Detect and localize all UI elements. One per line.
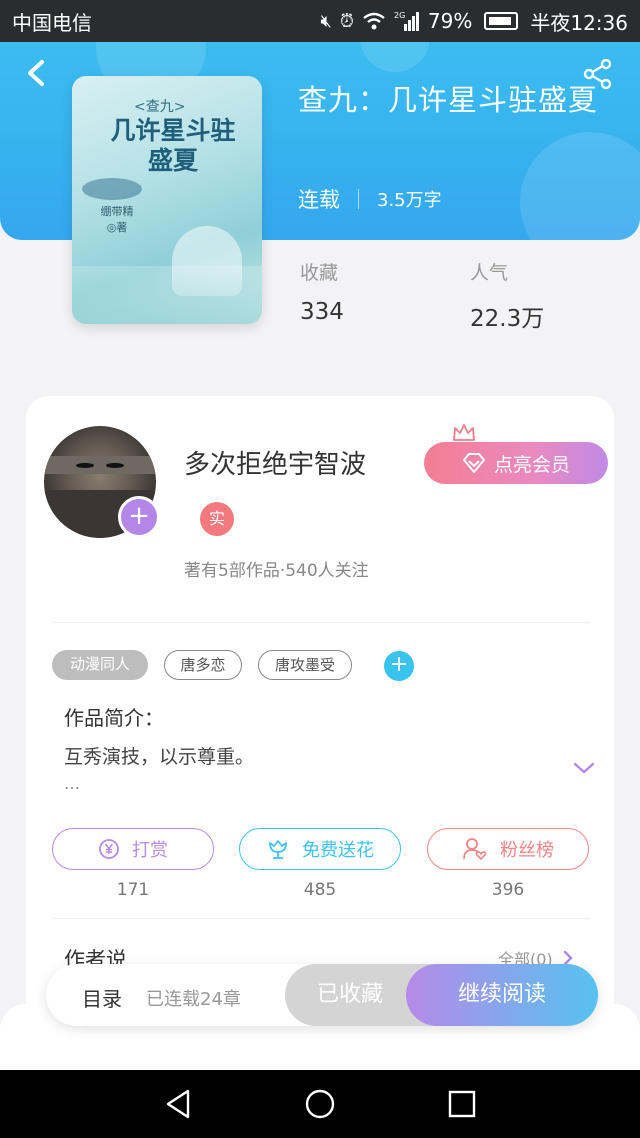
word-count: 3.5万字	[377, 190, 442, 211]
battery-icon	[484, 12, 519, 30]
flower-count: 485	[303, 880, 337, 900]
author-stats: 著有5部作品·540人关注	[184, 561, 369, 581]
vip-button[interactable]: 点亮会员	[424, 442, 608, 484]
chevron-down-icon[interactable]	[572, 758, 596, 778]
alarm-icon: ⏰︎	[339, 10, 354, 32]
clock: 半夜12:36	[530, 10, 628, 35]
back-button[interactable]	[22, 58, 52, 88]
serial-status: 连载	[298, 188, 340, 212]
send-flower-button[interactable]: 免费送花	[239, 828, 401, 870]
author-name[interactable]: 多次拒绝宇智波	[184, 444, 366, 481]
book-meta: 连载 3.5万字	[298, 184, 442, 214]
plus-icon: +	[389, 652, 409, 677]
continue-reading-button[interactable]: 继续阅读	[406, 964, 598, 1026]
nav-home-button[interactable]	[304, 1088, 336, 1120]
tip-count: 171	[116, 880, 150, 900]
cover-author: 绷带精 ◎著	[100, 205, 134, 234]
signal-tag: 2G	[394, 11, 405, 20]
intro-heading: 作品简介：	[64, 706, 164, 730]
real-name-badge: 实	[200, 502, 234, 536]
status-bar: 中国电信 🔇︎ ⏰︎ 2G 79% 半夜12:36	[0, 0, 640, 42]
mute-icon: 🔇︎	[320, 10, 332, 32]
tag-item[interactable]: 唐多恋	[164, 650, 242, 680]
stat-favorites: 收藏 334	[300, 262, 344, 325]
fan-count: 396	[491, 880, 525, 900]
diamond-icon	[462, 453, 485, 473]
cover-title: 几许星斗驻盛夏	[110, 116, 236, 175]
tag-item[interactable]: 动漫同人	[52, 650, 148, 680]
toc-button[interactable]: 目录	[82, 983, 122, 1012]
share-icon	[583, 58, 612, 90]
plus-icon: +	[128, 501, 150, 531]
add-tag-button[interactable]: +	[384, 651, 414, 681]
crown-icon	[453, 424, 475, 441]
book-cover[interactable]: <查九> 几许星斗驻盛夏 绷带精 ◎著	[72, 76, 262, 324]
status-icons: 🔇︎ ⏰︎ 2G 79% 半夜12:36	[321, 7, 628, 36]
book-title: 查九：几许星斗驻盛夏	[298, 83, 599, 117]
carrier-label: 中国电信	[12, 10, 92, 35]
flower-icon	[269, 840, 287, 859]
fan-user-icon	[463, 838, 487, 861]
intro-text: 互秀演技，以示尊重。	[64, 746, 255, 768]
yen-coin-icon	[99, 839, 119, 859]
vip-label: 点亮会员	[493, 453, 570, 476]
follow-button[interactable]: +	[118, 496, 160, 538]
intro-ellipsis: …	[64, 774, 80, 793]
nav-back-button[interactable]	[162, 1088, 194, 1120]
tip-button[interactable]: 打赏	[52, 828, 214, 870]
fan-ranking-button[interactable]: 粉丝榜	[427, 828, 589, 870]
stat-popularity: 人气 22.3万	[470, 262, 545, 332]
cover-subtitle: <查九>	[134, 99, 186, 115]
wifi-icon	[363, 12, 385, 30]
tag-item[interactable]: 唐攻墨受	[258, 650, 352, 680]
chapter-count[interactable]: 已连载24章	[146, 985, 241, 1011]
share-button[interactable]	[582, 58, 614, 90]
battery-percent: 79%	[427, 9, 473, 33]
signal-icon: 2G	[394, 11, 419, 31]
nav-recents-button[interactable]	[446, 1088, 478, 1120]
